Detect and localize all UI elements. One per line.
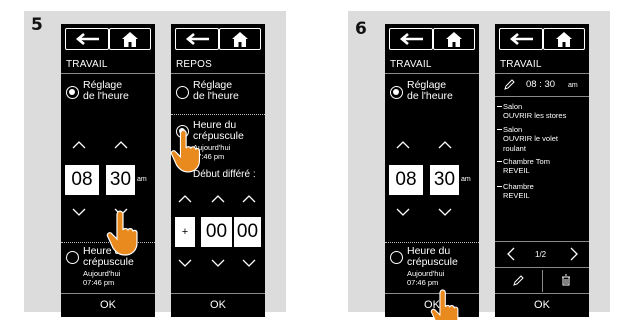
- ampm-label: am: [461, 176, 471, 183]
- home-icon: [446, 31, 462, 47]
- divider: [171, 73, 265, 74]
- step-number: 5: [31, 15, 43, 35]
- option-time-label: Réglage de l'heure: [407, 79, 453, 102]
- home-icon: [556, 31, 572, 47]
- back-arrow-icon: [75, 33, 99, 45]
- delay-hour-down-icon[interactable]: [211, 259, 225, 267]
- remote-screen-travail: TRAVAIL Réglage de l'heure 08 30 am Heur…: [385, 24, 479, 317]
- option-time-label: Réglage de l'heure: [193, 79, 239, 102]
- sign-field[interactable]: +: [175, 217, 195, 247]
- page-indicator: 1/2: [535, 250, 547, 259]
- delay-hour-field[interactable]: 00: [201, 217, 232, 247]
- home-icon: [232, 31, 248, 47]
- radio-time-setting[interactable]: [66, 86, 79, 99]
- remote-screen-travail: TRAVAIL Réglage de l'heure 08 30 am Heur…: [61, 24, 155, 317]
- back-button[interactable]: [499, 28, 543, 50]
- radio-time-setting[interactable]: [176, 86, 189, 99]
- back-arrow-icon: [185, 33, 209, 45]
- home-button[interactable]: [433, 28, 475, 50]
- minute-down-icon[interactable]: [438, 208, 452, 216]
- list-bullet: [497, 106, 502, 107]
- back-button[interactable]: [389, 28, 433, 50]
- home-icon: [122, 31, 138, 47]
- minute-field[interactable]: 30: [106, 165, 135, 195]
- divider: [495, 241, 589, 242]
- ok-button[interactable]: OK: [61, 293, 155, 317]
- home-button[interactable]: [109, 28, 151, 50]
- radio-time-setting[interactable]: [390, 86, 403, 99]
- divider: [495, 267, 589, 268]
- screen-title: REPOS: [176, 59, 213, 70]
- pointing-hand-icon: [106, 210, 138, 256]
- dotted-divider: [385, 242, 479, 243]
- list-item-action: OUVRIR les stores: [503, 111, 567, 120]
- dusk-time: 07:46 pm: [83, 278, 115, 287]
- list-item-action: OUVRIR le volet roulant: [503, 134, 559, 153]
- dotted-divider: [171, 114, 265, 115]
- home-button[interactable]: [219, 28, 261, 50]
- delay-hour-up-icon[interactable]: [211, 195, 225, 203]
- divider: [61, 73, 155, 74]
- ok-button[interactable]: OK: [171, 293, 265, 317]
- delay-minute-up-icon[interactable]: [242, 195, 256, 203]
- top-bar: [171, 24, 265, 55]
- hour-down-icon[interactable]: [396, 208, 410, 216]
- list-bullet: [497, 186, 502, 187]
- hour-up-icon[interactable]: [72, 141, 86, 149]
- minute-field[interactable]: 30: [430, 165, 459, 195]
- delete-button[interactable]: [543, 269, 589, 291]
- screen-title: TRAVAIL: [66, 59, 108, 70]
- list-item-action: REVEIL: [503, 166, 530, 175]
- top-bar: [61, 24, 155, 55]
- screen-title: TRAVAIL: [500, 59, 542, 70]
- pencil-icon: [512, 275, 524, 286]
- divider: [495, 96, 589, 97]
- radio-dusk[interactable]: [390, 251, 403, 264]
- dusk-day: Aujourd'hui: [407, 269, 445, 278]
- chevron-right-icon[interactable]: [570, 247, 578, 261]
- divider: [495, 73, 589, 74]
- schedule-time: 08 : 30: [526, 79, 556, 90]
- trash-icon: [562, 274, 570, 286]
- hour-down-icon[interactable]: [72, 208, 86, 216]
- option-dusk-label: Heure du crépuscule: [407, 245, 458, 268]
- list-bullet: [497, 161, 502, 162]
- delay-minute-down-icon[interactable]: [242, 259, 256, 267]
- step-number: 6: [355, 19, 367, 39]
- ampm-label: am: [137, 176, 147, 183]
- back-button[interactable]: [175, 28, 219, 50]
- pencil-icon[interactable]: [504, 78, 516, 90]
- back-arrow-icon: [399, 33, 423, 45]
- delay-minute-field[interactable]: 00: [234, 217, 261, 247]
- edit-button[interactable]: [495, 269, 542, 291]
- list-bullet: [497, 129, 502, 130]
- minute-up-icon[interactable]: [438, 141, 452, 149]
- step-5-panel: 5 TRAVAIL Réglage de l'heure 08 30 am He…: [24, 11, 286, 317]
- hour-field[interactable]: 08: [389, 165, 423, 195]
- radio-dusk[interactable]: [66, 251, 79, 264]
- pointing-hand-icon: [170, 129, 201, 173]
- pointing-hand-icon: [430, 289, 459, 320]
- screen-title: TRAVAIL: [390, 59, 432, 70]
- minute-up-icon[interactable]: [114, 141, 128, 149]
- option-time-label: Réglage de l'heure: [83, 79, 129, 102]
- chevron-left-icon[interactable]: [507, 247, 515, 261]
- ampm-label: am: [568, 82, 578, 89]
- hour-field[interactable]: 08: [65, 165, 99, 195]
- dusk-time: 07:46 pm: [407, 278, 439, 287]
- divider: [385, 73, 479, 74]
- remote-screen-summary: TRAVAIL 08 : 30 am Salon OUVRIR les stor…: [495, 24, 589, 317]
- top-bar: [495, 24, 589, 55]
- home-button[interactable]: [543, 28, 585, 50]
- sign-up-icon[interactable]: [178, 195, 192, 203]
- back-arrow-icon: [509, 33, 533, 45]
- step-6-panel: 6 TRAVAIL Réglage de l'heure 08 30 am He…: [348, 11, 610, 320]
- hour-up-icon[interactable]: [396, 141, 410, 149]
- list-item-action: REVEIL: [503, 191, 530, 200]
- dusk-day: Aujourd'hui: [83, 269, 121, 278]
- sign-down-icon[interactable]: [178, 259, 192, 267]
- top-bar: [385, 24, 479, 55]
- ok-button[interactable]: OK: [495, 293, 589, 317]
- back-button[interactable]: [65, 28, 109, 50]
